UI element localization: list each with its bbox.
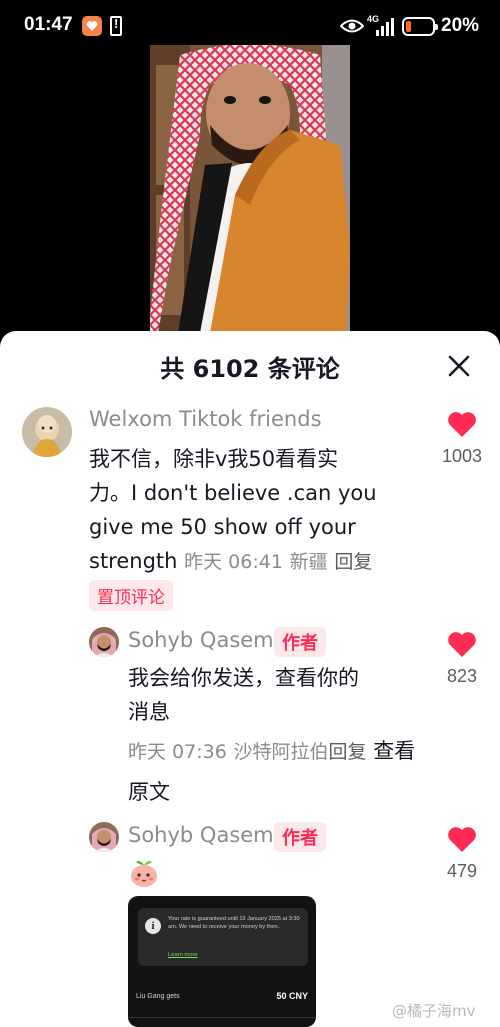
commenter-avatar-image: [22, 407, 72, 457]
like-count: 479: [446, 861, 478, 881]
signal-icon: [376, 16, 398, 40]
pinned-comment-badge: 置顶评论: [89, 580, 173, 611]
comment-username[interactable]: Sohyb Qasem: [128, 823, 274, 847]
comment-line: 消息: [128, 700, 170, 724]
comment-text: 我不信，除非v我50看看实 力。I don't believe .can you…: [89, 442, 419, 579]
heart-icon: [448, 827, 476, 852]
like-count: 823: [446, 666, 478, 686]
comment-time: 昨天 07:36: [128, 741, 227, 763]
app-notification-icon: [82, 16, 102, 36]
comment-location: 沙特阿拉伯: [233, 741, 329, 763]
comment-meta: 昨天 07:36 沙特阿拉伯回复 查看原文: [128, 731, 424, 812]
reply-button[interactable]: 回复: [329, 741, 367, 763]
comment-line: 力。I don't believe .can you: [89, 481, 377, 505]
comment-line: 我会给你发送，查看你的: [128, 666, 359, 690]
learn-more-link: Learn more: [168, 952, 198, 958]
battery-level: [406, 21, 411, 32]
battery-icon: [402, 17, 438, 36]
info-icon: i: [145, 918, 161, 934]
comments-panel: 共 6102 条评论 Welxom Tiktok friends 我不信，除非v…: [0, 331, 500, 1027]
comment-time: 昨天 06:41: [184, 551, 283, 573]
close-button[interactable]: [442, 349, 476, 383]
like-button[interactable]: 479: [437, 826, 487, 882]
comment-image-attachment[interactable]: i Your rate is guaranteed until 19 Janua…: [128, 896, 316, 1027]
comment-location: 新疆: [289, 551, 328, 573]
comments-count-title: 共 6102 条评论: [160, 355, 340, 383]
comment-line: give me 50 show off your: [89, 515, 356, 539]
comment-line: 我不信，除非v我50看看实: [89, 447, 339, 471]
close-icon: [448, 355, 470, 377]
heart-icon: [448, 632, 476, 657]
comment-line: strength: [89, 549, 178, 573]
like-button[interactable]: 1003: [437, 411, 487, 467]
watermark: @橘子海mv: [392, 1002, 476, 1020]
comment-last-line: strength 昨天 06:41 新疆 回复: [89, 544, 419, 579]
divider: [128, 1017, 316, 1018]
sim-alert-icon: [110, 16, 122, 36]
author-avatar-image: [89, 627, 119, 657]
status-time: 01:47: [24, 14, 73, 35]
heart-icon: [448, 412, 476, 437]
rate-notice-card: i Your rate is guaranteed until 19 Janua…: [138, 908, 308, 966]
reply-button[interactable]: 回复: [334, 551, 372, 573]
recipient-label: Liu Gang gets: [136, 993, 180, 1000]
rate-notice-text: Your rate is guaranteed until 19 January…: [168, 916, 300, 930]
eye-comfort-icon: [339, 17, 365, 39]
battery-percent: 20%: [441, 15, 480, 36]
author-avatar-image: [89, 822, 119, 852]
comment-username[interactable]: Welxom Tiktok friends: [89, 407, 322, 431]
author-badge: 作者: [274, 822, 326, 852]
like-button[interactable]: 823: [437, 631, 487, 687]
peach-sticker-icon: [128, 857, 160, 889]
avatar[interactable]: [22, 407, 72, 457]
avatar[interactable]: [89, 822, 119, 852]
like-count: 1003: [441, 446, 483, 466]
avatar[interactable]: [89, 627, 119, 657]
comment-text: 我会给你发送，查看你的 消息: [128, 661, 424, 729]
comment-username[interactable]: Sohyb Qasem: [128, 628, 274, 652]
video-player[interactable]: [150, 45, 350, 333]
video-frame: [150, 45, 350, 333]
author-badge: 作者: [274, 627, 326, 657]
transfer-amount: 50 CNY: [276, 991, 308, 1001]
